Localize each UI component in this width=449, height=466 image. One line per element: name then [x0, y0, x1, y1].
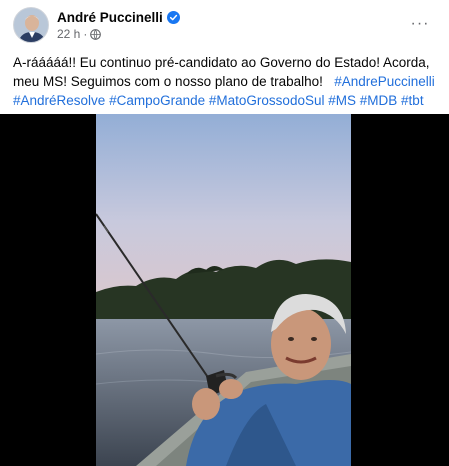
hashtag-link[interactable]: #MS	[328, 93, 356, 108]
hashtag-link[interactable]: #tbt	[401, 93, 424, 108]
more-options-button[interactable]: ···	[407, 11, 433, 37]
post-timestamp[interactable]: 22 h	[57, 27, 80, 41]
globe-icon	[90, 28, 102, 40]
hashtag-link[interactable]: #CampoGrande	[109, 93, 205, 108]
hashtag-link[interactable]: #AndréResolve	[13, 93, 105, 108]
video-frame	[96, 114, 351, 466]
facebook-post: André Puccinelli 22 h · ··· A-rááááá!! E…	[0, 0, 449, 466]
post-video[interactable]	[0, 114, 449, 466]
author-avatar[interactable]	[13, 7, 49, 43]
author-row: André Puccinelli	[57, 10, 180, 25]
meta-separator: ·	[83, 27, 88, 41]
post-text: A-rááááá!! Eu continuo pré-candidato ao …	[13, 53, 443, 110]
hashtag-link[interactable]: #AndrePuccinelli	[334, 74, 435, 89]
more-options-icon: ···	[410, 15, 430, 32]
hashtag-link[interactable]: #MDB	[360, 93, 398, 108]
hashtag-link[interactable]: #MatoGrossodoSul	[209, 93, 325, 108]
post-header: André Puccinelli 22 h · ···	[13, 7, 439, 43]
verified-badge-icon	[166, 11, 180, 24]
post-meta: 22 h ·	[57, 27, 102, 41]
author-name[interactable]: André Puccinelli	[57, 10, 163, 25]
